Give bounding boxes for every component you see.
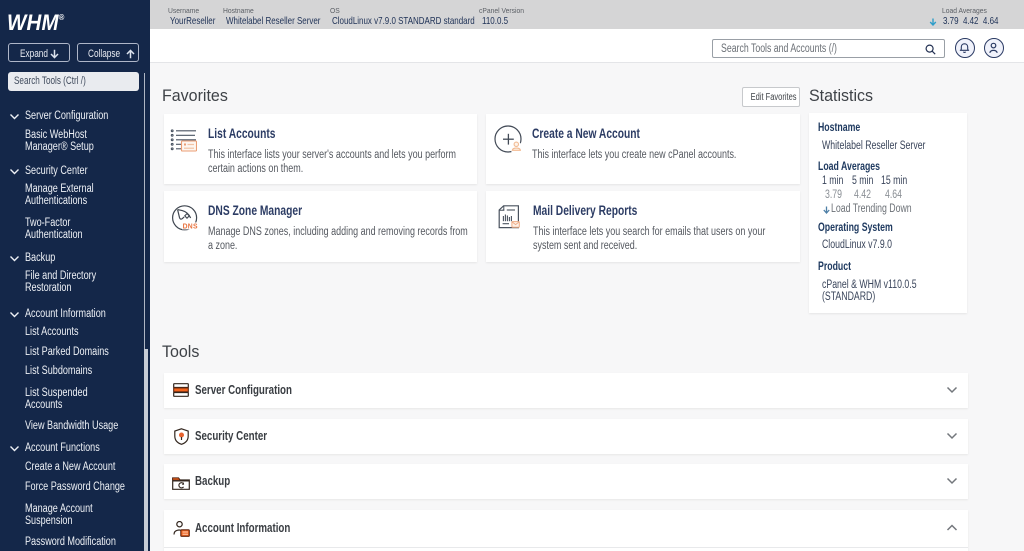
svg-text:DNS: DNS xyxy=(183,222,198,230)
